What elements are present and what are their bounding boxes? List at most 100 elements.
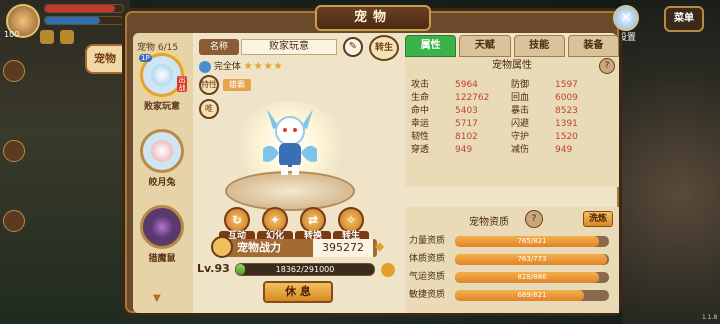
expand-icon[interactable]: ◆ — [375, 239, 393, 257]
help-icon[interactable]: ? — [525, 210, 543, 228]
side-menu-button[interactable] — [3, 140, 25, 162]
mail-icon[interactable] — [60, 30, 74, 44]
attribute-heading: 宠物属性 — [492, 60, 532, 71]
rest-button[interactable]: 休 息 — [263, 281, 333, 303]
quality-row: 敏捷资质 689/821 — [409, 289, 615, 302]
tab-talent[interactable]: 天赋 — [459, 35, 511, 57]
tab-skills[interactable]: 技能 — [513, 35, 565, 57]
attribute-row: 攻击 5964 防御 1597 — [411, 79, 611, 92]
pet-level: Lv.93 — [197, 262, 230, 275]
attribute-value: 5717 — [455, 119, 478, 129]
attribute-label: 回血 — [511, 93, 530, 103]
level-up-icon[interactable] — [381, 263, 395, 277]
convert-icon: ⇄ — [300, 207, 326, 233]
exp-text: 18362/291000 — [275, 265, 335, 274]
quality-label: 体质资质 — [409, 254, 446, 264]
help-icon[interactable]: ? — [599, 58, 615, 74]
power-icon — [211, 236, 233, 258]
pet-pedestal — [225, 171, 355, 211]
attribute-value: 122762 — [455, 93, 490, 103]
attribute-label: 守护 — [511, 132, 530, 142]
pet-name-field: 败家玩意 — [241, 39, 337, 55]
reborn-icon: ✧ — [338, 207, 364, 233]
reborn-badge: 转生 — [369, 35, 399, 61]
attribute-value: 949 — [455, 145, 473, 155]
quality-label: 气运资质 — [409, 272, 446, 282]
attribute-label: 幸运 — [411, 119, 430, 129]
transform-icon: ✦ — [262, 207, 288, 233]
attribute-label: 防御 — [511, 80, 530, 90]
name-label: 名称 — [199, 39, 239, 55]
pet-avatar — [140, 205, 184, 249]
reborn-button[interactable]: ✧ 转生 — [333, 207, 369, 242]
scroll-down-icon[interactable]: ▼ — [153, 293, 169, 304]
pet-panel: 宠物 ✕ 宠物 6/15 1P 出战 败家玩意 皎月兔 猎魔鼠 ▼ 名称 败家玩… — [122, 5, 639, 316]
attribute-label: 命中 — [411, 106, 430, 116]
attribute-label: 减伤 — [511, 145, 530, 155]
attribute-value: 1597 — [555, 80, 578, 90]
pet-form: 完全体 — [213, 62, 241, 72]
player-hp-bar — [44, 4, 124, 13]
power-value: 395272 — [313, 239, 373, 257]
attribute-panel: 宠物属性 ? 攻击 5964 防御 1597 生命 122762 回血 6009 命中 5403 暴… — [405, 57, 619, 187]
close-button[interactable]: ✕ — [613, 5, 639, 31]
quality-row: 体质资质 763/773 — [409, 253, 615, 266]
attribute-label: 暴击 — [511, 106, 530, 116]
hud-icons — [40, 30, 74, 44]
pet-list-item[interactable]: 皎月兔 — [138, 129, 186, 188]
trait-value: 雄霸 — [223, 79, 251, 91]
pet-list-item[interactable]: 1P 出战 败家玩意 — [138, 53, 187, 112]
pet-form-row: 完全体 ★★★★ — [199, 59, 284, 73]
tab-equipment[interactable]: 装备 — [567, 35, 619, 57]
quality-row: 力量资质 765/821 — [409, 235, 615, 248]
player-level: 100 — [4, 30, 20, 39]
buff-icon[interactable] — [40, 30, 54, 44]
quality-value: 765/821 — [517, 237, 547, 245]
detail-tabs: 属性 天赋 技能 装备 — [405, 35, 619, 57]
pet-count: 宠物 6/15 — [137, 43, 179, 53]
pet-side-tab[interactable]: 宠物 — [85, 44, 125, 74]
transform-button[interactable]: ✦ 幻化 — [257, 207, 293, 242]
quality-panel: 宠物资质 ? 洗炼 力量资质 765/821 体质资质 763/773 气运资质 828/… — [405, 207, 619, 313]
quality-bar: 765/821 — [455, 236, 609, 247]
wash-button[interactable]: 洗炼 — [583, 211, 613, 227]
attribute-value: 949 — [555, 145, 573, 155]
attribute-value: 5964 — [455, 80, 478, 90]
side-menu-button[interactable] — [3, 60, 25, 82]
attribute-label: 穿透 — [411, 145, 430, 155]
rename-icon[interactable]: ✎ — [343, 37, 363, 57]
quality-row: 气运资质 828/886 — [409, 271, 615, 284]
pet-list-item[interactable]: 猎魔鼠 — [138, 205, 186, 264]
attribute-label: 闪避 — [511, 119, 530, 129]
star-rating: ★★★★ — [243, 61, 284, 72]
tab-attributes[interactable]: 属性 — [405, 35, 457, 57]
power-label: 宠物战力 — [237, 241, 281, 254]
quality-bar: 689/821 — [455, 290, 609, 301]
attribute-value: 8523 — [555, 106, 578, 116]
quality-value: 763/773 — [517, 255, 547, 263]
quality-bar: 828/886 — [455, 272, 609, 283]
side-menu-button[interactable] — [3, 210, 25, 232]
shape-icon[interactable]: 唯 — [199, 99, 219, 119]
quality-value: 828/886 — [517, 273, 547, 281]
pet-figure — [263, 109, 317, 175]
attribute-label: 攻击 — [411, 80, 430, 90]
pet-name: 败家玩意 — [143, 102, 180, 112]
quality-value: 689/821 — [517, 291, 547, 299]
convert-button[interactable]: ⇄ 转换 — [295, 207, 331, 242]
trait-icon[interactable]: 特性 — [199, 75, 219, 95]
pet-name-row: 名称 败家玩意 — [199, 39, 339, 55]
quality-label: 敏捷资质 — [409, 290, 446, 300]
attribute-grid: 攻击 5964 防御 1597 生命 122762 回血 6009 命中 5403 暴击 8523 幸运… — [411, 79, 611, 157]
version-label: 1.1.8 — [702, 314, 718, 321]
pet-name: 皎月兔 — [148, 178, 176, 188]
quality-heading: 宠物资质 — [469, 217, 509, 228]
menu-button[interactable]: 菜单 — [664, 6, 704, 32]
pet-avatar — [140, 129, 184, 173]
attribute-row: 生命 122762 回血 6009 — [411, 92, 611, 105]
attribute-value: 6009 — [555, 93, 578, 103]
attribute-value: 1520 — [555, 132, 578, 142]
deployed-badge: 出战 — [177, 76, 187, 92]
attribute-row: 命中 5403 暴击 8523 — [411, 105, 611, 118]
exp-bar: 18362/291000 — [235, 263, 375, 276]
